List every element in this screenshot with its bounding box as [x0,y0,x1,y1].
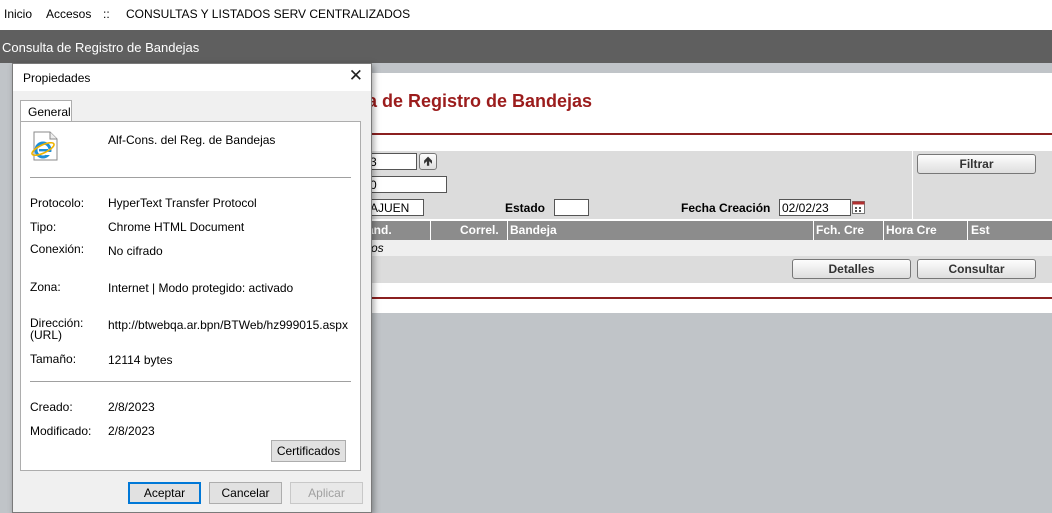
general-tab-content: Alf-Cons. del Reg. de Bandejas Protocolo… [20,121,361,471]
close-icon[interactable]: ✕ [349,66,363,86]
zona-value: Internet | Modo protegido: activado [108,281,294,295]
calendar-icon[interactable] [852,201,865,214]
panel-title: a de Registro de Bandejas [367,91,593,111]
col-bandeja[interactable]: Bandeja [510,223,557,237]
grid-empty-row: ros [367,240,1052,256]
menu-accesos[interactable]: Accesos [46,7,91,21]
filter-field-2[interactable]: 0 [367,176,447,193]
menu-separator: :: [103,7,110,21]
tipo-label: Tipo: [30,220,57,234]
filter-field-3[interactable]: AJUEN [367,199,424,216]
col-hora-cre[interactable]: Hora Cre [886,223,937,237]
modificado-label: Modificado: [30,424,92,438]
dialog-title: Propiedades [23,71,91,85]
menu-section[interactable]: CONSULTAS Y LISTADOS SERV CENTRALIZADOS [126,7,410,21]
aplicar-button[interactable]: Aplicar [290,482,363,504]
creado-label: Creado: [30,400,73,414]
col-fch-cre[interactable]: Fch. Cre [816,223,864,237]
col-divider [883,221,884,240]
col-est[interactable]: Est [971,223,990,237]
divider-top [367,133,1052,135]
tipo-value: Chrome HTML Document [108,220,245,234]
protocolo-label: Protocolo: [30,196,85,210]
filtrar-button[interactable]: Filtrar [917,154,1036,174]
direccion-value: http://btwebqa.ar.bpn/BTWeb/hz999015.asp… [108,318,348,332]
tab-general-label: General [28,105,71,119]
col-divider [967,221,968,240]
file-name: Alf-Cons. del Reg. de Bandejas [108,133,276,147]
protocolo-value: HyperText Transfer Protocol [108,196,257,210]
detalles-button[interactable]: Detalles [792,259,911,279]
conexion-value: No cifrado [108,244,163,258]
conexion-label: Conexión: [30,242,85,256]
creado-value: 2/8/2023 [108,400,155,414]
aceptar-button[interactable]: Aceptar [128,482,201,504]
estado-label: Estado [505,201,546,215]
divider-bottom [367,297,1052,299]
separator [30,177,351,178]
filter-divider [912,151,913,219]
menu-inicio[interactable]: Inicio [4,7,32,21]
tamano-value: 12114 bytes [108,353,173,367]
arrow-up-icon: 🡹 [423,154,433,168]
filter-field-1[interactable]: 3 [367,153,417,170]
properties-dialog: Propiedades ✕ General Alf-Cons. del Reg.… [12,63,372,513]
direccion-label-url: (URL) [30,328,62,342]
col-divider [813,221,814,240]
estado-input[interactable] [554,199,589,216]
cancelar-button[interactable]: Cancelar [209,482,282,504]
page-title-bar: Consulta de Registro de Bandejas [0,30,1052,63]
internet-explorer-document-icon [31,131,58,161]
fecha-creacion-label: Fecha Creación [681,201,771,215]
col-divider [507,221,508,240]
fecha-creacion-input[interactable]: 02/02/23 [779,199,851,216]
page-title: Consulta de Registro de Bandejas [2,40,200,55]
zona-label: Zona: [30,280,61,294]
top-menu-bar: Inicio Accesos :: CONSULTAS Y LISTADOS S… [0,0,1052,30]
up-arrow-button[interactable]: 🡹 [419,153,437,170]
filter-area: 3 🡹 0 AJUEN Estado Fecha Creación 02/02/… [367,151,1052,219]
dialog-title-bar: Propiedades ✕ [13,64,371,91]
modificado-value: 2/8/2023 [108,424,155,438]
consultar-button[interactable]: Consultar [917,259,1036,279]
grid-header: and. Correl. Bandeja Fch. Cre Hora Cre E… [367,221,1052,240]
tamano-label: Tamaño: [30,352,77,366]
tab-general[interactable]: General [20,100,72,121]
col-correl[interactable]: Correl. [460,223,499,237]
grid-footer: Detalles Consultar [367,256,1052,283]
certificados-button[interactable]: Certificados [271,440,346,462]
col-divider [430,221,431,240]
main-panel: a de Registro de Bandejas 3 🡹 0 AJUEN Es… [355,73,1052,313]
separator [30,381,351,382]
